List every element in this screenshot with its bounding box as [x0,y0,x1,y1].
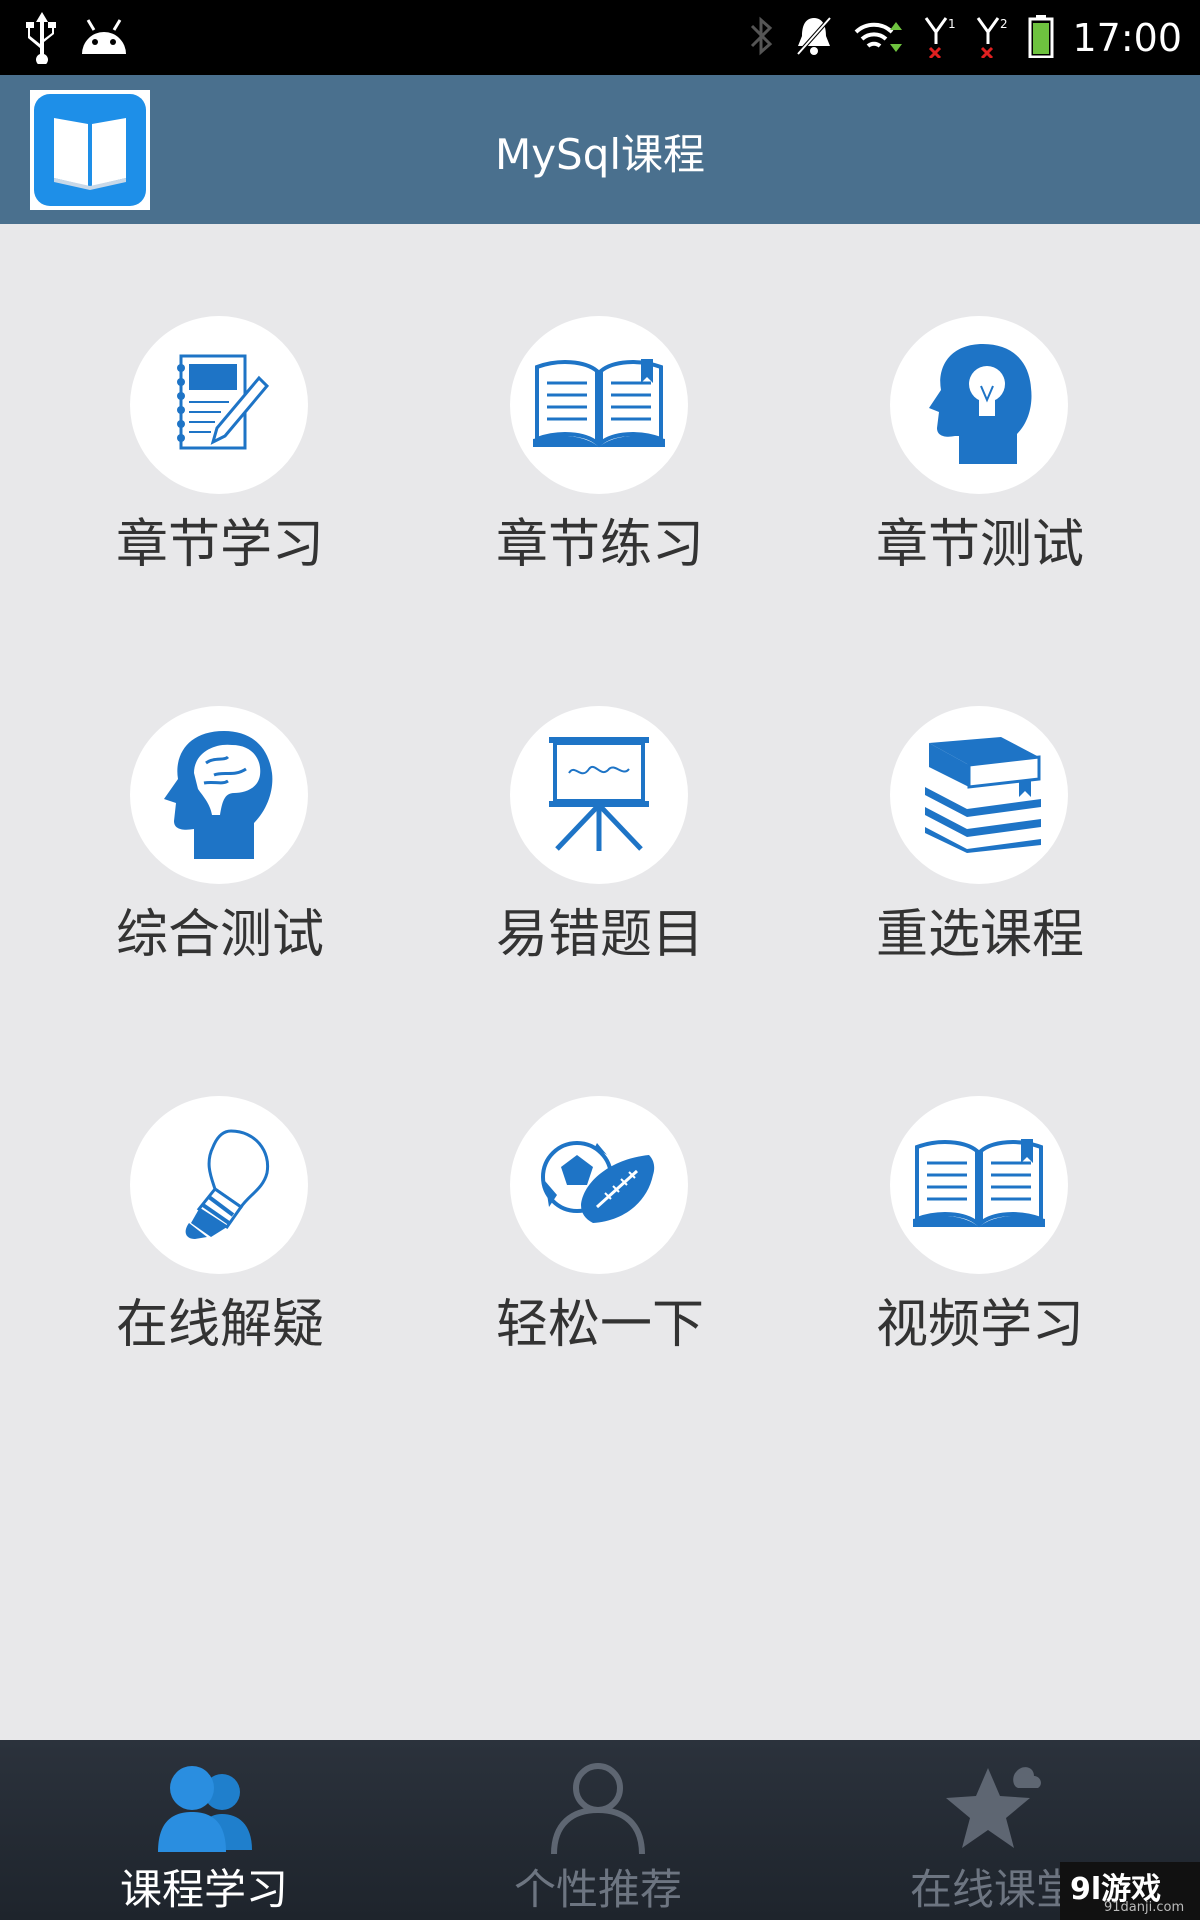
head-brain-icon [154,723,284,867]
book-icon [34,94,146,210]
mute-icon [794,14,834,62]
tile-chapter-study[interactable]: 章节学习 [20,316,400,616]
svg-text:1: 1 [948,17,956,31]
tile-label: 章节学习 [115,515,324,575]
signal-1-icon: 1 [924,14,958,62]
tile-label: 章节练习 [495,515,704,575]
tile-online-qa[interactable]: 在线解疑 [20,1096,400,1396]
nav-label: 课程学习 [119,1865,288,1914]
tile-reselect-course[interactable]: 重选课程 [780,706,1160,1006]
lightbulb-icon [159,1123,279,1247]
signal-2-icon: 2 [976,14,1010,62]
usb-icon [22,8,62,68]
tile-label: 轻松一下 [495,1295,704,1355]
tile-label: 视频学习 [875,1295,1084,1355]
page-title: MySql课程 [494,130,706,179]
wifi-icon [852,14,906,62]
status-bar: 1 2 17:00 [0,0,1200,75]
watermark-url: 91danji.com [1104,1900,1185,1915]
book-stack-icon [909,733,1049,857]
easel-board-icon [539,733,659,857]
person-outline-icon [538,1758,658,1858]
tile-video-study[interactable]: 视频学习 [780,1096,1160,1396]
tile-label: 在线解疑 [115,1295,324,1355]
android-icon [76,14,132,62]
nav-recommendation[interactable]: 个性推荐 [398,1740,798,1920]
star-icon [934,1758,1054,1858]
tile-comprehensive-test[interactable]: 综合测试 [20,706,400,1006]
users-icon [144,1758,264,1858]
tile-error-questions[interactable]: 易错题目 [400,706,780,1006]
nav-course-study[interactable]: 课程学习 [4,1740,404,1920]
svg-text:2: 2 [1000,17,1008,31]
balls-icon [539,1133,659,1237]
notebook-pencil-icon [159,348,279,462]
bottom-nav: 课程学习 个性推荐 在线课堂 9l游戏 91danji.com [0,1740,1200,1920]
tile-label: 易错题目 [495,905,704,965]
open-book-icon [529,353,669,457]
tile-label: 章节测试 [875,515,1084,575]
tile-chapter-practice[interactable]: 章节练习 [400,316,780,616]
app-header: MySql课程 [0,75,1200,224]
status-time: 17:00 [1072,16,1182,60]
tile-label: 综合测试 [115,905,324,965]
tile-label: 重选课程 [875,905,1084,965]
bluetooth-icon [748,14,776,62]
nav-label: 个性推荐 [513,1865,682,1914]
watermark: 9l游戏 91danji.com [1060,1862,1200,1920]
tile-relax[interactable]: 轻松一下 [400,1096,780,1396]
battery-icon [1028,14,1054,62]
tile-chapter-test[interactable]: 章节测试 [780,316,1160,616]
head-bulb-icon [919,338,1039,472]
open-book-icon [909,1133,1049,1237]
